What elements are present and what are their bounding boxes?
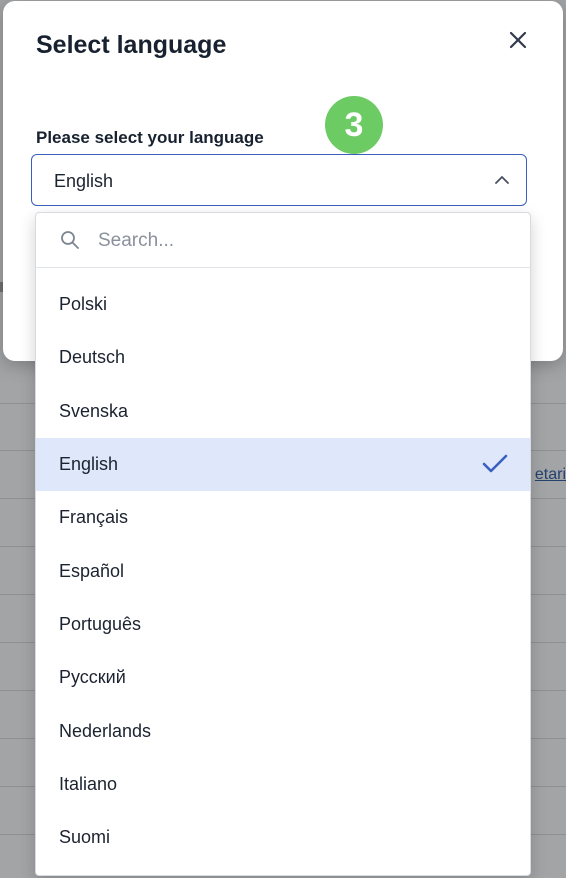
- background-link: etari: [534, 466, 566, 483]
- search-input[interactable]: [96, 225, 500, 257]
- chevron-up-icon: [495, 176, 509, 184]
- language-option[interactable]: Русский: [36, 651, 530, 704]
- language-option[interactable]: Italiano: [36, 758, 530, 811]
- language-option-label: Deutsch: [59, 347, 126, 368]
- language-option-label: Polski: [59, 294, 108, 315]
- language-option[interactable]: Français: [36, 491, 530, 544]
- language-option-label: English: [59, 454, 119, 475]
- language-option-label: Nederlands: [59, 720, 152, 741]
- language-option[interactable]: Português: [36, 598, 530, 651]
- language-option-label: Español: [59, 560, 125, 581]
- language-field-label: Please select your language: [36, 128, 264, 147]
- language-option-label: Suomi: [59, 827, 111, 848]
- language-option-label: Italiano: [59, 773, 118, 794]
- language-option-label: Русский: [59, 667, 126, 688]
- language-option[interactable]: Deutsch: [36, 331, 530, 384]
- language-option[interactable]: Svenska: [36, 385, 530, 438]
- language-option-label: Français: [59, 507, 129, 528]
- language-list: Polski Deutsch Svenska English Français …: [36, 278, 530, 864]
- language-option-selected[interactable]: English: [36, 437, 530, 492]
- selected-language-value: English: [54, 171, 114, 191]
- language-option[interactable]: Polski: [36, 278, 530, 331]
- checkmark-icon: [482, 454, 508, 473]
- search-icon: [61, 231, 79, 249]
- language-option-label: Português: [59, 613, 142, 634]
- close-button[interactable]: [503, 25, 533, 55]
- close-icon: [509, 31, 527, 49]
- language-option[interactable]: Nederlands: [36, 704, 530, 757]
- language-option-label: Svenska: [59, 400, 129, 421]
- step-badge: 3: [325, 96, 383, 154]
- language-select[interactable]: English: [31, 154, 527, 206]
- language-option[interactable]: Español: [36, 544, 530, 597]
- modal-title: Select language: [36, 31, 227, 59]
- language-dropdown: Polski Deutsch Svenska English Français …: [35, 212, 531, 876]
- search-row: [36, 213, 530, 268]
- language-option[interactable]: Suomi: [36, 811, 530, 864]
